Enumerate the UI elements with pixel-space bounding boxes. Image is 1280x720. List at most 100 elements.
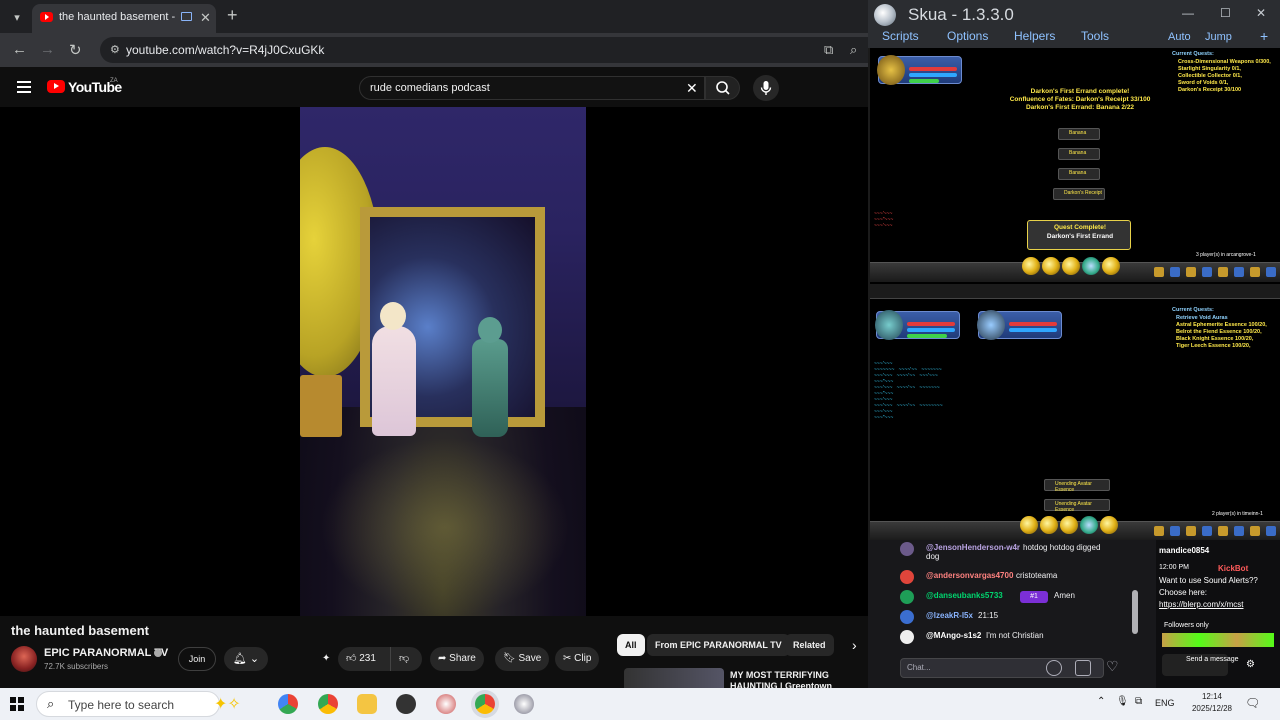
- tab-search-button[interactable]: ▾: [6, 6, 28, 28]
- skill-icon[interactable]: [1020, 516, 1038, 534]
- share-button[interactable]: ➦ Share: [430, 647, 484, 671]
- search-input[interactable]: rude comedians podcast ✕: [359, 76, 705, 100]
- add-icon[interactable]: +: [1260, 28, 1268, 44]
- dislike-button[interactable]: 👎︎: [390, 647, 422, 671]
- save-button[interactable]: 🔖︎ Save: [495, 647, 550, 671]
- kick-bot-name[interactable]: KickBot: [1218, 564, 1248, 573]
- language-indicator[interactable]: ENG: [1155, 698, 1175, 708]
- new-tab-button[interactable]: +: [227, 5, 238, 26]
- toolbar-icon[interactable]: [1202, 526, 1212, 536]
- app-icon[interactable]: [436, 694, 456, 714]
- toolbar-icon[interactable]: [1266, 526, 1276, 536]
- clear-search-icon[interactable]: ✕: [686, 80, 698, 97]
- kick-username[interactable]: mandice0854: [1159, 546, 1209, 555]
- drop-item[interactable]: Unending Avatar Essence: [1044, 479, 1110, 493]
- toolbar-icon[interactable]: [1154, 267, 1164, 277]
- browser-tab[interactable]: the haunted basement - YouTube ✕: [32, 4, 216, 33]
- drop-item[interactable]: Banana: [1058, 128, 1100, 140]
- skill-icon[interactable]: [1022, 257, 1040, 275]
- recommended-thumbnail[interactable]: [624, 668, 724, 688]
- app-icon[interactable]: [396, 694, 416, 714]
- skill-icon[interactable]: [1082, 257, 1100, 275]
- notification-bell-button[interactable]: 🔔︎ ⌄: [224, 647, 268, 671]
- toolbar-icon[interactable]: [1202, 267, 1212, 277]
- close-button[interactable]: ✕: [1256, 6, 1266, 20]
- site-info-icon[interactable]: ⚙: [110, 43, 120, 56]
- copilot-icon[interactable]: [278, 694, 298, 714]
- menu-options[interactable]: Options: [947, 29, 988, 43]
- system-clock[interactable]: 12:14 2025/12/28: [1184, 691, 1240, 715]
- chrome-icon[interactable]: [318, 694, 338, 714]
- chat-username[interactable]: @MAngo-s1s2: [926, 631, 981, 640]
- action-bar-1[interactable]: [870, 257, 1280, 282]
- toolbar-icon[interactable]: [1234, 267, 1244, 277]
- file-explorer-icon[interactable]: [357, 694, 377, 714]
- network-icon[interactable]: ⧉: [1135, 696, 1142, 707]
- join-button[interactable]: Join: [178, 647, 216, 671]
- chat-username[interactable]: @andersonvargas4700: [926, 571, 1013, 580]
- menu-auto[interactable]: Auto: [1168, 31, 1191, 43]
- reload-button[interactable]: ↻: [69, 41, 82, 59]
- sparkle-icon[interactable]: ✦✧: [214, 694, 241, 714]
- toolbar-icon[interactable]: [1218, 267, 1228, 277]
- chip-from-channel[interactable]: From EPIC PARANORMAL TV: [647, 634, 790, 656]
- voice-search-button[interactable]: [753, 75, 779, 101]
- tray-overflow-icon[interactable]: ⌃: [1097, 696, 1105, 707]
- menu-helpers[interactable]: Helpers: [1014, 29, 1055, 43]
- drop-item[interactable]: Banana: [1058, 148, 1100, 160]
- toolbar-icon[interactable]: [1154, 526, 1164, 536]
- emoji-button[interactable]: [1046, 660, 1062, 676]
- chat-input[interactable]: Chat...: [900, 658, 1104, 678]
- chip-all[interactable]: All: [617, 634, 645, 656]
- recommended-title[interactable]: MY MOST TERRIFYING HAUNTING | Greentown …: [730, 670, 860, 688]
- address-bar[interactable]: ⚙ youtube.com/watch?v=R4jJ0CxuGKk ⧉ ⌕: [100, 37, 868, 63]
- skill-icon[interactable]: [1040, 516, 1058, 534]
- chips-next-icon[interactable]: ›: [852, 637, 857, 653]
- clip-button[interactable]: ✂ Clip: [555, 647, 600, 671]
- menu-icon[interactable]: [17, 81, 31, 93]
- chat-username[interactable]: @danseubanks5733: [926, 591, 1003, 600]
- maximize-button[interactable]: ☐: [1220, 6, 1231, 20]
- skill-icon[interactable]: [1080, 516, 1098, 534]
- chat-username[interactable]: @JensonHenderson-w4r: [926, 543, 1020, 552]
- video-frame[interactable]: [300, 107, 586, 616]
- kick-link[interactable]: https://blerp.com/x/mcst: [1159, 600, 1243, 609]
- microphone-icon[interactable]: 🎙︎: [1116, 696, 1129, 707]
- channel-name[interactable]: EPIC PARANORMAL TV: [44, 647, 168, 659]
- chip-related[interactable]: Related: [785, 634, 834, 656]
- toolbar-icon[interactable]: [1170, 267, 1180, 277]
- skua-taskbar-icon[interactable]: [514, 694, 534, 714]
- notification-icon[interactable]: 🗨︎: [1245, 696, 1260, 710]
- heart-icon[interactable]: ♡: [1106, 658, 1119, 675]
- sparkle-button[interactable]: ✦: [318, 647, 334, 671]
- drop-item[interactable]: Darkon's Receipt: [1053, 188, 1105, 200]
- zoom-icon[interactable]: ⌕: [850, 42, 857, 58]
- skill-icon[interactable]: [1100, 516, 1118, 534]
- taskbar-search-input[interactable]: ⌕ Type here to search: [36, 691, 220, 717]
- toolbar-icon[interactable]: [1234, 526, 1244, 536]
- menu-tools[interactable]: Tools: [1081, 29, 1109, 43]
- like-button[interactable]: 👍︎ 231: [338, 647, 390, 671]
- chrome-active-icon[interactable]: [475, 694, 495, 714]
- back-button[interactable]: ←: [12, 41, 27, 58]
- skill-icon[interactable]: [1062, 257, 1080, 275]
- toolbar-icon[interactable]: [1266, 267, 1276, 277]
- forward-button[interactable]: →: [40, 41, 55, 58]
- search-button[interactable]: [705, 76, 740, 100]
- emote-row[interactable]: [1162, 633, 1274, 647]
- skill-icon[interactable]: [1060, 516, 1078, 534]
- video-player[interactable]: [0, 107, 868, 616]
- tab-close-icon[interactable]: ✕: [200, 10, 211, 26]
- skill-icon[interactable]: [1042, 257, 1060, 275]
- skill-icon[interactable]: [1102, 257, 1120, 275]
- youtube-logo-icon[interactable]: [47, 80, 65, 93]
- channel-avatar[interactable]: [11, 646, 37, 672]
- minimize-button[interactable]: —: [1182, 6, 1194, 20]
- toolbar-icon[interactable]: [1218, 526, 1228, 536]
- start-button-icon[interactable]: [10, 697, 24, 711]
- game-panel-1[interactable]: Current Quests: Cross-Dimensional Weapon…: [870, 48, 1280, 284]
- toolbar-icon[interactable]: [1186, 267, 1196, 277]
- toolbar-icon[interactable]: [1170, 526, 1180, 536]
- toolbar-icon[interactable]: [1186, 526, 1196, 536]
- chat-username[interactable]: @lzeakR-l5x: [926, 611, 973, 620]
